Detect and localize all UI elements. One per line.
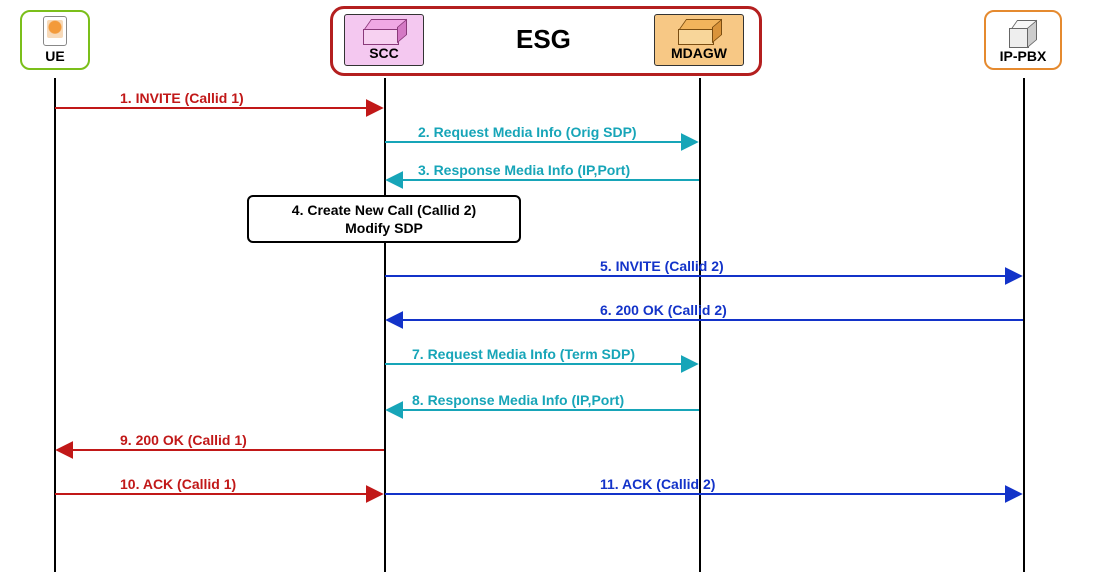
lifeline-scc <box>384 78 386 572</box>
msg-9-label: 9. 200 OK (Callid 1) <box>120 432 247 448</box>
note-line1: 4. Create New Call (Callid 2) <box>259 201 509 219</box>
participant-scc-label: SCC <box>369 45 399 61</box>
server-icon <box>678 19 720 41</box>
note-line2: Modify SDP <box>259 219 509 237</box>
cube-icon <box>1009 18 1037 46</box>
lifeline-mdagw <box>699 78 701 572</box>
participant-ue-label: UE <box>45 48 64 64</box>
participant-mdagw: MDAGW <box>654 14 744 66</box>
participant-ippbx: IP-PBX <box>984 10 1062 70</box>
lifeline-ue <box>54 78 56 572</box>
msg-11-label: 11. ACK (Callid 2) <box>600 476 715 492</box>
msg-1-label: 1. INVITE (Callid 1) <box>120 90 244 106</box>
msg-3-label: 3. Response Media Info (IP,Port) <box>418 162 630 178</box>
participant-ue: UE <box>20 10 90 70</box>
participant-ippbx-label: IP-PBX <box>1000 48 1047 64</box>
msg-5-label: 5. INVITE (Callid 2) <box>600 258 724 274</box>
sequence-diagram: ESG UE SCC MDAGW IP-PBX 4. Create New Ca… <box>0 0 1094 572</box>
msg-2-label: 2. Request Media Info (Orig SDP) <box>418 124 637 140</box>
group-esg-label: ESG <box>516 24 571 55</box>
msg-7-label: 7. Request Media Info (Term SDP) <box>412 346 635 362</box>
participant-mdagw-label: MDAGW <box>671 45 727 61</box>
msg-10-label: 10. ACK (Callid 1) <box>120 476 236 492</box>
participant-scc: SCC <box>344 14 424 66</box>
msg-6-label: 6. 200 OK (Callid 2) <box>600 302 727 318</box>
lifeline-ippbx <box>1023 78 1025 572</box>
msg-8-label: 8. Response Media Info (IP,Port) <box>412 392 624 408</box>
phone-icon <box>43 16 67 46</box>
note-create-call: 4. Create New Call (Callid 2) Modify SDP <box>247 195 521 243</box>
server-icon <box>363 19 405 41</box>
